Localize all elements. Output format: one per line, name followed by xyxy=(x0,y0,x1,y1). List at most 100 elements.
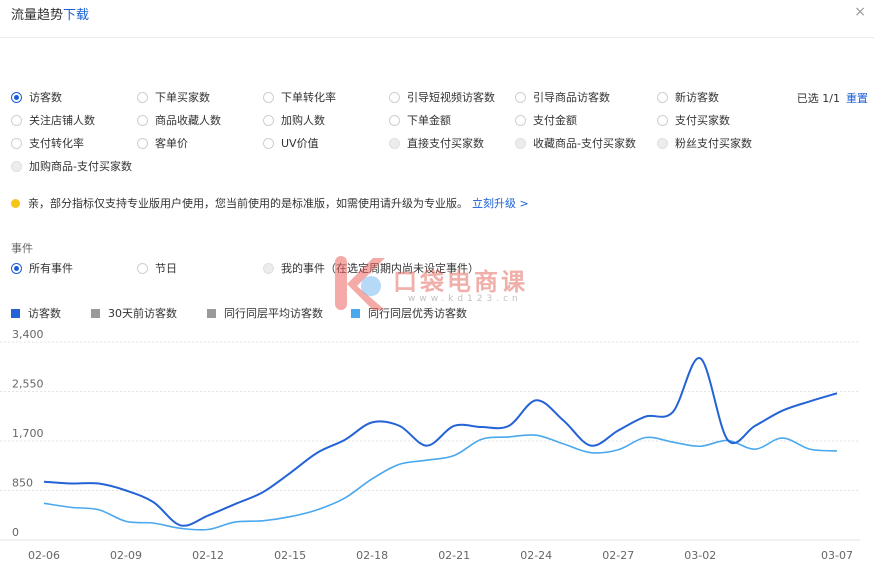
radio-icon xyxy=(263,91,274,103)
metric-option[interactable]: 商品收藏人数 xyxy=(137,112,221,128)
event-label: 节日 xyxy=(155,262,177,275)
upgrade-notice: 亲，部分指标仅支持专业版用户使用，您当前使用的是标准版，如需使用请升级为专业版。… xyxy=(11,195,529,211)
radio-icon xyxy=(657,137,668,149)
x-tick-label: 02-09 xyxy=(110,549,142,562)
metric-label: 支付金额 xyxy=(533,114,577,127)
x-tick-label: 02-27 xyxy=(602,549,634,562)
metric-option[interactable]: 客单价 xyxy=(137,135,188,151)
metric-label: 粉丝支付买家数 xyxy=(675,137,752,150)
metric-label: 新访客数 xyxy=(675,91,719,104)
metric-label: 下单买家数 xyxy=(155,91,210,104)
radio-icon xyxy=(515,114,526,126)
y-tick-label: 1,700 xyxy=(12,427,44,440)
download-link[interactable]: 下载 xyxy=(63,8,89,23)
metric-option: 收藏商品-支付买家数 xyxy=(515,135,636,151)
metric-label: 关注店铺人数 xyxy=(29,114,95,127)
metric-label: 下单转化率 xyxy=(281,91,336,104)
metric-option[interactable]: 访客数 xyxy=(11,89,62,105)
radio-icon xyxy=(389,114,400,126)
radio-icon xyxy=(389,137,400,149)
radio-icon xyxy=(137,91,148,103)
traffic-trend-chart: 3,400 2,550 1,700 850 0 02-06 02-09 02-12 02-15 0… xyxy=(0,328,860,562)
metric-option[interactable]: 下单买家数 xyxy=(137,89,210,105)
events-label: 事件 xyxy=(11,242,33,255)
metric-option[interactable]: 加购人数 xyxy=(263,112,325,128)
legend-item[interactable]: 同行同层优秀访客数 xyxy=(351,305,467,321)
legend-item[interactable]: 30天前访客数 xyxy=(91,305,177,321)
metric-option: 直接支付买家数 xyxy=(389,135,484,151)
radio-icon xyxy=(389,91,400,103)
legend-swatch xyxy=(207,308,216,318)
metric-label: 商品收藏人数 xyxy=(155,114,221,127)
metric-option[interactable]: UV价值 xyxy=(263,135,319,151)
metric-label: 加购商品-支付买家数 xyxy=(29,160,132,173)
event-label: 我的事件（在选定周期内尚未设定事件） xyxy=(281,262,479,275)
metric-label: 支付转化率 xyxy=(29,137,84,150)
dialog-header: 流量趋势下载 × xyxy=(0,0,874,38)
metric-label: 下单金额 xyxy=(407,114,451,127)
upgrade-link[interactable]: 立刻升级 > xyxy=(472,195,529,211)
metric-option[interactable]: 新访客数 xyxy=(657,89,719,105)
legend-item[interactable]: 同行同层平均访客数 xyxy=(207,305,323,321)
metric-label: 访客数 xyxy=(29,91,62,104)
radio-icon xyxy=(515,137,526,149)
x-tick-label: 03-07 xyxy=(821,549,853,562)
metric-label: 引导短视频访客数 xyxy=(407,91,495,104)
y-tick-label: 2,550 xyxy=(12,378,44,391)
legend-label: 30天前访客数 xyxy=(108,307,177,320)
selection-info: 已选 1/1 重置 xyxy=(797,90,868,106)
radio-icon xyxy=(11,160,22,172)
event-label: 所有事件 xyxy=(29,262,73,275)
metric-option[interactable]: 引导短视频访客数 xyxy=(389,89,495,105)
x-tick-label: 02-18 xyxy=(356,549,388,562)
legend-swatch xyxy=(11,308,20,318)
metric-option[interactable]: 支付金额 xyxy=(515,112,577,128)
chart-legend: 访客数 30天前访客数 同行同层平均访客数 同行同层优秀访客数 xyxy=(11,305,871,321)
radio-icon xyxy=(515,91,526,103)
event-option[interactable]: 节日 xyxy=(137,260,177,276)
x-tick-label: 03-02 xyxy=(684,549,716,562)
legend-label: 访客数 xyxy=(28,307,61,320)
radio-icon xyxy=(11,114,22,126)
legend-label: 同行同层平均访客数 xyxy=(224,307,323,320)
dialog-title: 流量趋势下载 xyxy=(11,4,89,23)
watermark-url: www.kd123.cn xyxy=(408,294,522,304)
x-tick-label: 02-24 xyxy=(520,549,552,562)
metric-option: 加购商品-支付买家数 xyxy=(11,158,132,174)
metric-option[interactable]: 支付买家数 xyxy=(657,112,730,128)
legend-swatch xyxy=(351,308,360,318)
metric-option[interactable]: 下单转化率 xyxy=(263,89,336,105)
selected-count: 已选 1/1 xyxy=(796,92,840,105)
radio-icon xyxy=(137,262,148,274)
metric-label: 支付买家数 xyxy=(675,114,730,127)
close-icon[interactable]: × xyxy=(854,4,866,20)
metric-option[interactable]: 下单金额 xyxy=(389,112,451,128)
x-tick-label: 02-12 xyxy=(192,549,224,562)
radio-icon xyxy=(263,262,274,274)
radio-icon xyxy=(11,91,22,103)
y-tick-label: 0 xyxy=(12,526,19,539)
radio-icon xyxy=(263,137,274,149)
x-tick-label: 02-15 xyxy=(274,549,306,562)
event-option[interactable]: 所有事件 xyxy=(11,260,73,276)
legend-swatch xyxy=(91,308,100,318)
radio-icon xyxy=(137,114,148,126)
radio-icon xyxy=(657,91,668,103)
metric-label: 客单价 xyxy=(155,137,188,150)
radio-icon xyxy=(137,137,148,149)
warning-dot-icon xyxy=(11,198,20,208)
metric-label: 引导商品访客数 xyxy=(533,91,610,104)
metric-option[interactable]: 关注店铺人数 xyxy=(11,112,95,128)
event-option: 我的事件（在选定周期内尚未设定事件） xyxy=(263,260,479,276)
title-text: 流量趋势 xyxy=(11,8,64,23)
radio-icon xyxy=(11,262,22,274)
x-tick-label: 02-06 xyxy=(28,549,60,562)
y-tick-label: 3,400 xyxy=(12,328,44,341)
metric-label: UV价值 xyxy=(281,137,319,150)
legend-item[interactable]: 访客数 xyxy=(11,305,61,321)
metric-option[interactable]: 支付转化率 xyxy=(11,135,84,151)
reset-button[interactable]: 重置 xyxy=(846,92,868,105)
metric-option[interactable]: 引导商品访客数 xyxy=(515,89,610,105)
radio-icon xyxy=(11,137,22,149)
x-tick-label: 02-21 xyxy=(438,549,470,562)
